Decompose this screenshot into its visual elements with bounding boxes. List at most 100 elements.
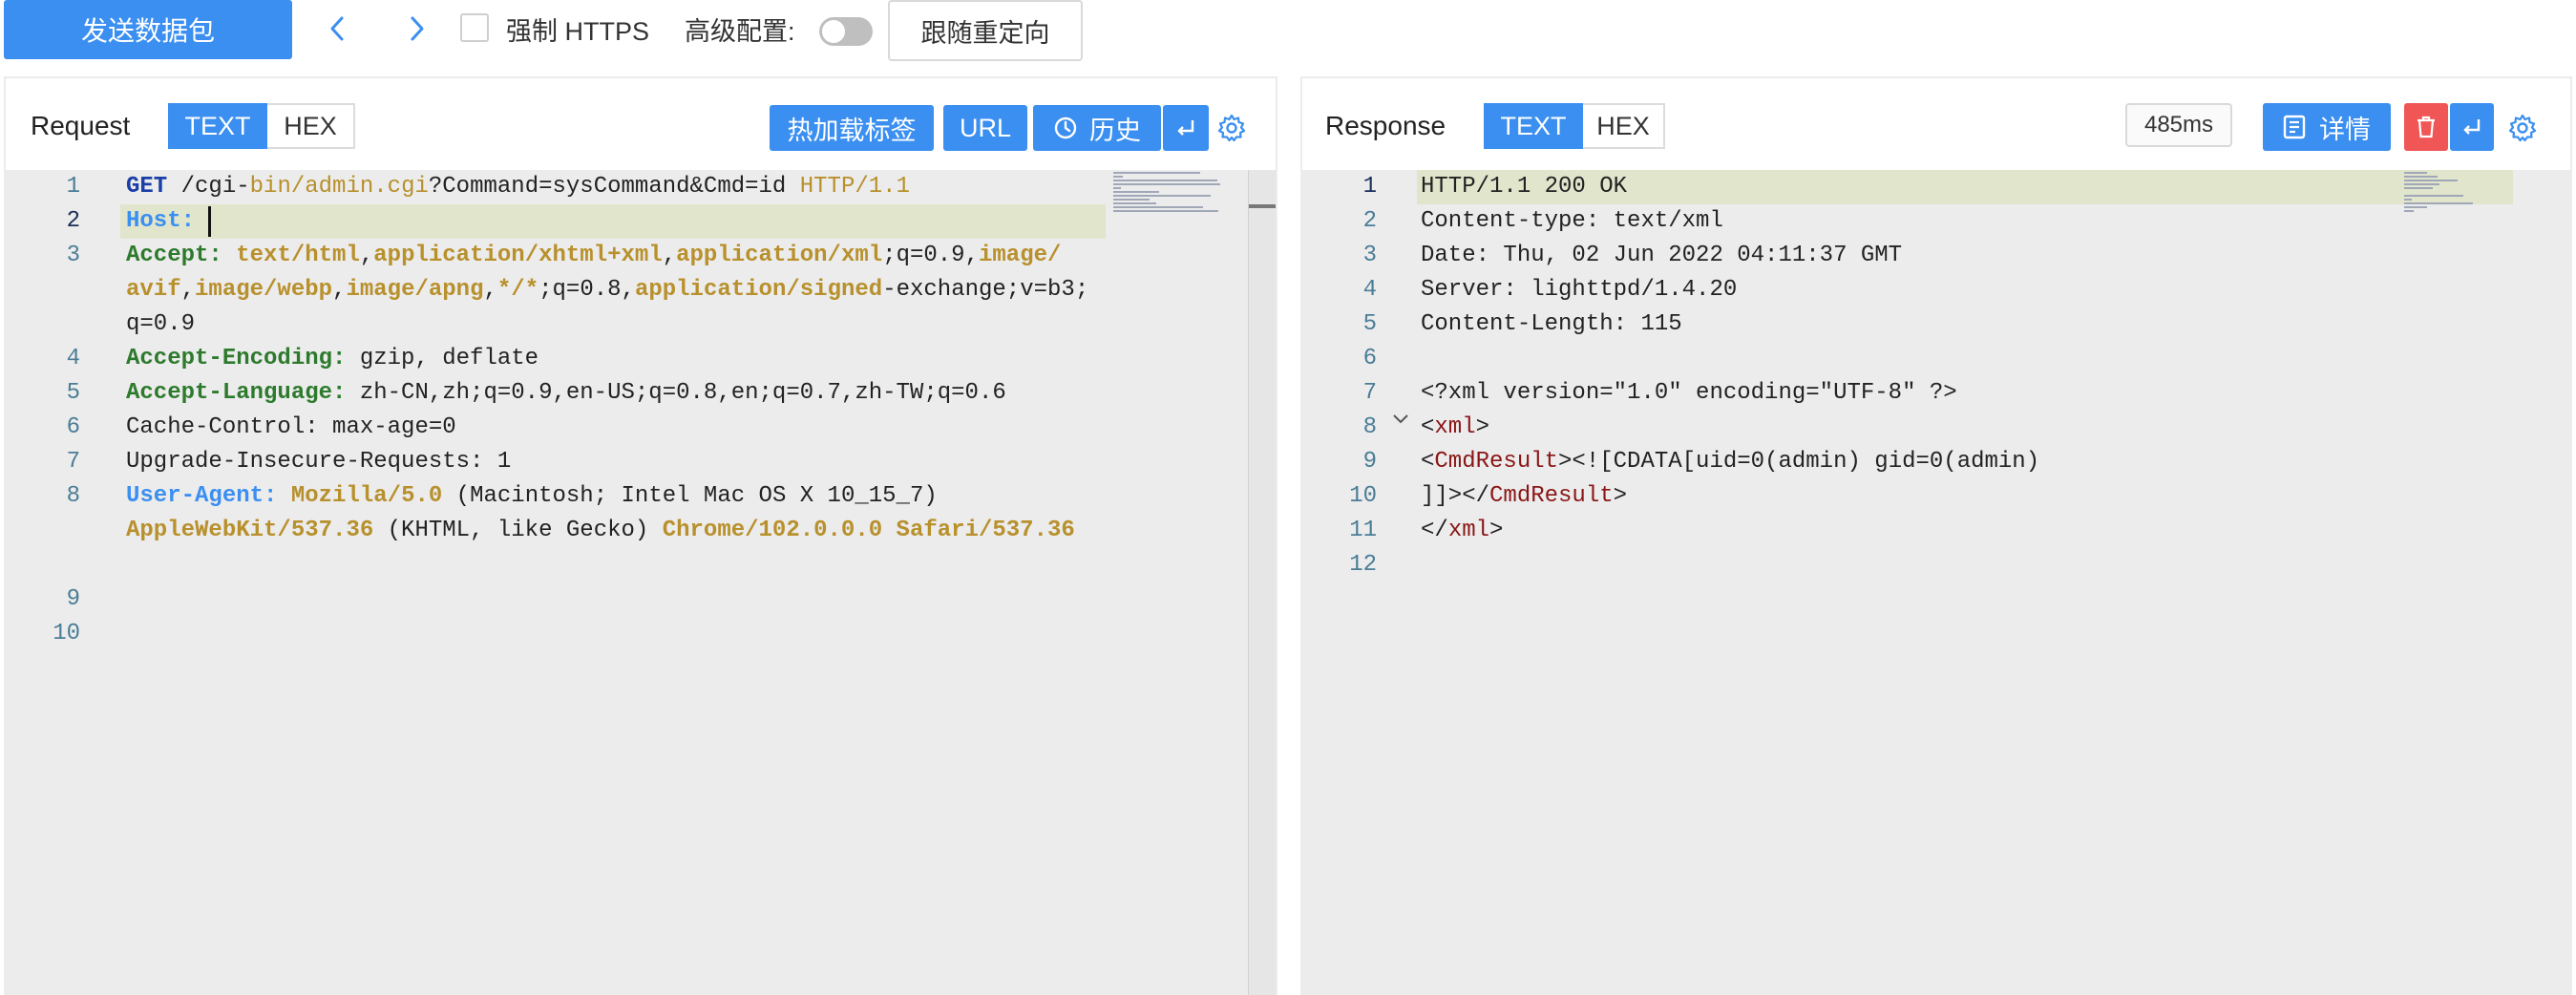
minimap-line bbox=[1113, 172, 1201, 174]
code-line: Date: Thu, 02 Jun 2022 04:11:37 GMT bbox=[1421, 239, 1902, 273]
follow-redirect-button[interactable]: 跟随重定向 bbox=[888, 0, 1083, 61]
minimap-line bbox=[1113, 206, 1204, 208]
response-hex-tab[interactable]: HEX bbox=[1583, 103, 1665, 149]
code-token: image/apng bbox=[346, 277, 484, 303]
minimap-line bbox=[2404, 199, 2412, 201]
code-token: Content-Length: 115 bbox=[1421, 311, 1682, 337]
line-number: 8 bbox=[1362, 414, 1377, 440]
line-number bbox=[6, 273, 80, 307]
minimap-line bbox=[2404, 202, 2473, 204]
minimap-line bbox=[1113, 195, 1212, 197]
code-line: <?xml version="1.0" encoding="UTF-8" ?> bbox=[1421, 376, 1957, 411]
line-number: 7 bbox=[66, 449, 80, 475]
code-token: AppleWebKit/537.36 bbox=[126, 518, 374, 543]
code-token: avif bbox=[126, 277, 181, 303]
force-https-label: 强制 HTTPS bbox=[506, 16, 650, 46]
code-line: q=0.9 bbox=[126, 307, 195, 342]
line-number: 9 bbox=[1362, 449, 1377, 475]
code-token: ]]></ bbox=[1421, 483, 1490, 509]
code-token: Accept: bbox=[126, 243, 222, 268]
code-token: , bbox=[332, 277, 347, 303]
code-line: Host: bbox=[126, 204, 208, 239]
clear-response-button[interactable] bbox=[2404, 103, 2448, 151]
code-token: CmdResult bbox=[1434, 449, 1559, 475]
wrap-lines-icon bbox=[2460, 115, 2484, 139]
code-token: User-Agent: bbox=[126, 483, 278, 509]
code-token: image/ bbox=[979, 243, 1062, 268]
history-button[interactable]: 历史 bbox=[1033, 105, 1161, 151]
code-token: (KHTML, like Gecko) bbox=[373, 518, 663, 543]
code-token: < bbox=[1421, 414, 1435, 440]
code-token: image/webp bbox=[195, 277, 333, 303]
code-token: ;q=0.9, bbox=[882, 243, 979, 268]
line-number: 3 bbox=[1362, 243, 1377, 268]
response-settings-gear-icon[interactable] bbox=[2507, 113, 2540, 145]
code-token: xml bbox=[1447, 518, 1490, 543]
code-token: , bbox=[180, 277, 196, 303]
code-token: zh-CN,zh;q=0.9,en-US;q=0.8,en;q=0.7,zh-T… bbox=[346, 380, 1006, 406]
code-token: xml bbox=[1434, 414, 1476, 440]
code-line: ]]></CmdResult> bbox=[1421, 479, 1627, 514]
line-number bbox=[6, 514, 80, 548]
code-line: </xml> bbox=[1421, 514, 1503, 548]
response-wrap-button[interactable] bbox=[2450, 103, 2494, 151]
code-token: Upgrade-Insecure-Requests: 1 bbox=[126, 449, 512, 475]
code-line: Upgrade-Insecure-Requests: 1 bbox=[126, 445, 511, 479]
line-number: 1 bbox=[66, 174, 80, 200]
code-line: GET /cgi-bin/admin.cgi?Command=sysComman… bbox=[126, 170, 910, 204]
request-text-tab[interactable]: TEXT bbox=[168, 103, 267, 149]
line-number: 6 bbox=[1362, 346, 1377, 371]
request-settings-gear-icon[interactable] bbox=[1216, 113, 1249, 145]
toggle-knob bbox=[822, 20, 845, 43]
request-scrollbar[interactable] bbox=[1248, 170, 1276, 995]
code-line: Cache-Control: max-age=0 bbox=[126, 411, 456, 445]
code-line: AppleWebKit/537.36 (KHTML, like Gecko) C… bbox=[126, 514, 1075, 548]
response-panel: Response TEXT HEX 485ms 详情 1 2 3 4 5 6 7… bbox=[1300, 76, 2572, 995]
code-token: Chrome/102.0.0.0 bbox=[662, 518, 883, 543]
advanced-config-toggle[interactable] bbox=[819, 17, 873, 46]
code-token: gzip, deflate bbox=[346, 346, 539, 371]
code-token: HTTP/1.1 bbox=[799, 174, 910, 200]
line-number: 1 bbox=[1362, 174, 1377, 200]
line-number: 12 bbox=[1349, 552, 1377, 578]
line-number: 2 bbox=[66, 208, 80, 234]
line-number: 4 bbox=[1362, 277, 1377, 303]
code-token: CmdResult bbox=[1489, 483, 1614, 509]
code-token: */* bbox=[496, 277, 539, 303]
details-button[interactable]: 详情 bbox=[2263, 103, 2391, 151]
request-wrap-button[interactable] bbox=[1163, 105, 1209, 151]
line-number: 3 bbox=[66, 243, 80, 268]
request-editor[interactable]: 1 2 3 4 5 6 7 8 9 10 GET /cgi-bin/admin.cgi?Comma… bbox=[6, 170, 1276, 995]
hot-reload-tags-label: 热加载标签 bbox=[787, 116, 917, 145]
wrap-lines-icon bbox=[1173, 116, 1198, 140]
minimap-line bbox=[1113, 176, 1123, 178]
code-token: application/xml bbox=[676, 243, 883, 268]
forward-arrow-icon[interactable] bbox=[399, 11, 433, 46]
url-button[interactable]: URL bbox=[943, 105, 1027, 151]
back-arrow-icon[interactable] bbox=[321, 11, 355, 46]
force-https-checkbox[interactable] bbox=[460, 13, 489, 42]
minimap-line bbox=[2404, 183, 2439, 185]
code-token: , bbox=[359, 243, 374, 268]
send-packet-button[interactable]: 发送数据包 bbox=[4, 0, 292, 59]
line-number: 10 bbox=[53, 621, 80, 646]
url-label: URL bbox=[959, 113, 1011, 142]
response-editor[interactable]: 1 2 3 4 5 6 7 8 9 10 11 12 HTTP/1.1 200 OK Content-t… bbox=[1302, 170, 2570, 995]
line-number: 9 bbox=[66, 586, 80, 612]
fold-chevron-icon[interactable] bbox=[1390, 409, 1411, 430]
details-label: 详情 bbox=[2319, 115, 2371, 144]
line-number: 5 bbox=[66, 380, 80, 406]
trash-icon bbox=[2415, 115, 2438, 139]
line-number bbox=[6, 307, 80, 342]
hot-reload-tags-button[interactable]: 热加载标签 bbox=[770, 105, 934, 151]
details-doc-icon bbox=[2283, 115, 2306, 139]
request-hex-tab[interactable]: HEX bbox=[267, 103, 355, 149]
line-number: 8 bbox=[66, 483, 80, 509]
response-text-tab[interactable]: TEXT bbox=[1484, 103, 1583, 149]
request-current-line-highlight bbox=[120, 204, 1106, 239]
code-line: User-Agent: Mozilla/5.0 (Macintosh; Inte… bbox=[126, 479, 938, 514]
request-scrollbar-thumb[interactable] bbox=[1249, 204, 1276, 208]
response-mode-toggle: TEXT HEX bbox=[1484, 103, 1665, 149]
